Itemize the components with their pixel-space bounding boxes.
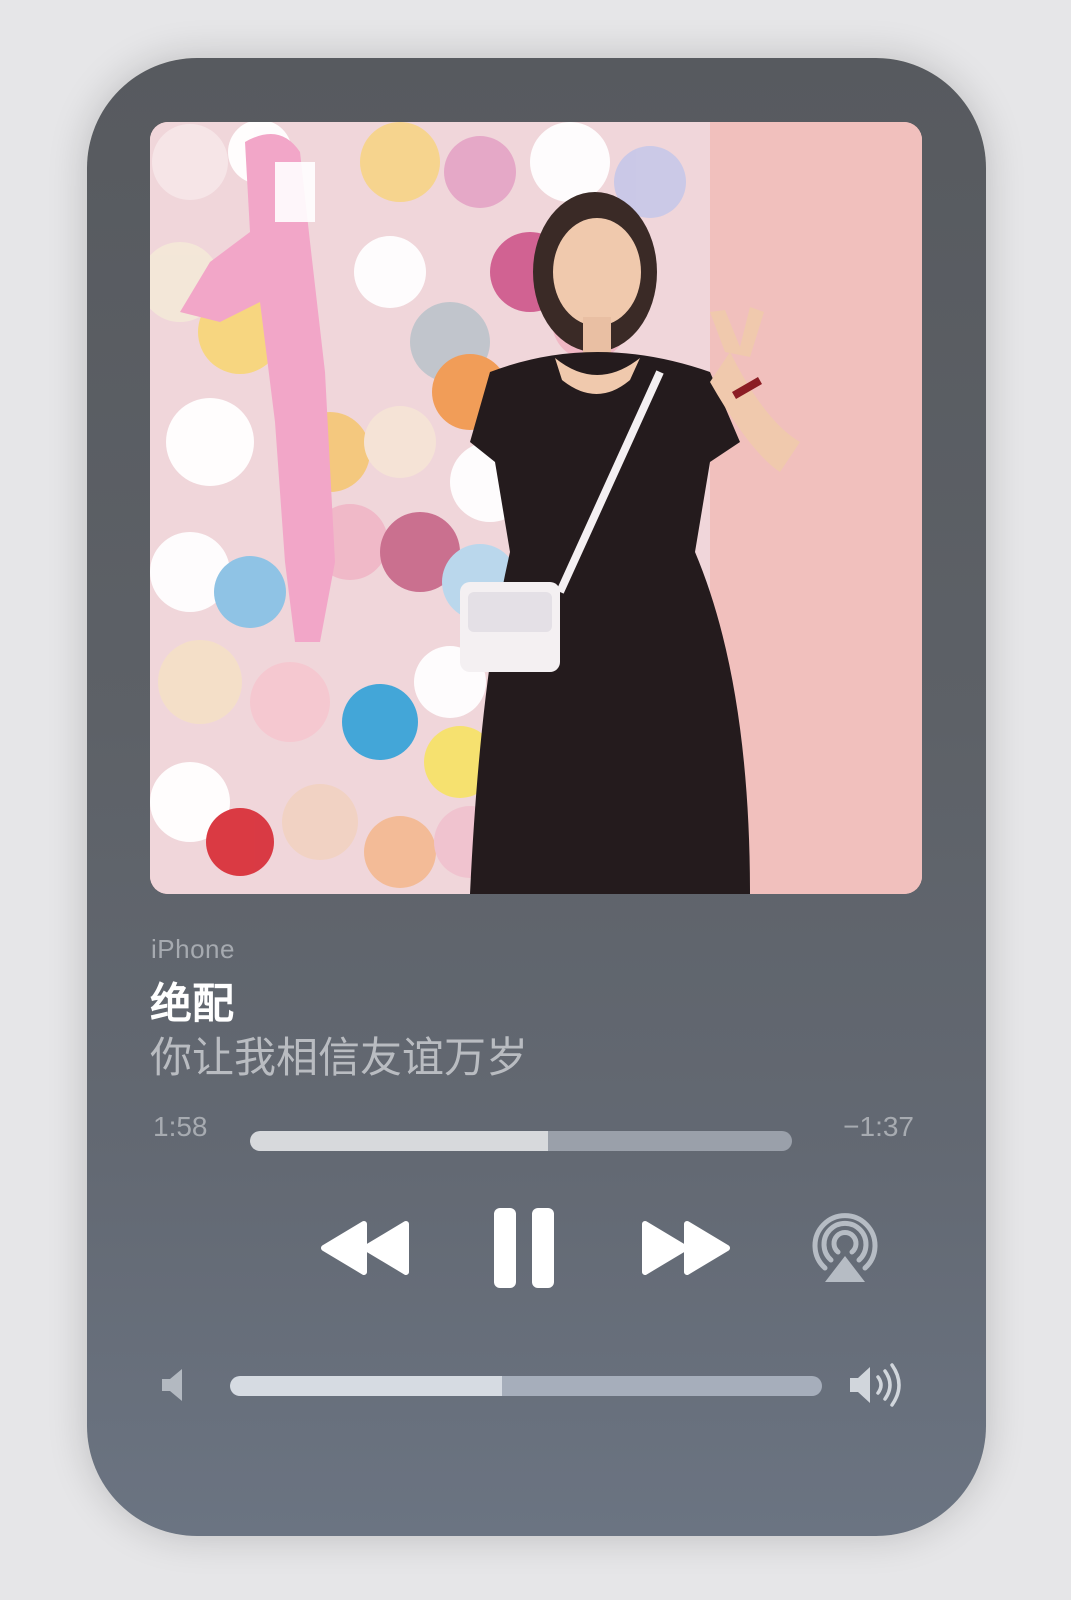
now-playing-widget: iPhone 绝配 你让我相信友谊万岁 1:58 −1:37 bbox=[87, 58, 986, 1536]
remaining-time: −1:37 bbox=[843, 1111, 914, 1142]
rewind-icon bbox=[321, 1221, 409, 1275]
track-subtitle: 你让我相信友谊万岁 bbox=[150, 1033, 529, 1082]
volume-level-fill bbox=[230, 1376, 503, 1396]
volume-min-button[interactable] bbox=[160, 1367, 190, 1408]
output-source-label: iPhone bbox=[151, 934, 235, 964]
track-title: 绝配 bbox=[150, 979, 235, 1028]
fast-forward-icon bbox=[642, 1221, 730, 1275]
volume-slider[interactable] bbox=[230, 1376, 822, 1396]
playback-progress-fill bbox=[250, 1131, 549, 1151]
fast-forward-button[interactable] bbox=[641, 1220, 731, 1281]
artwork-photo bbox=[150, 122, 922, 894]
playback-scrubber[interactable] bbox=[250, 1131, 792, 1151]
airplay-button[interactable] bbox=[807, 1210, 883, 1291]
pause-icon bbox=[494, 1208, 554, 1288]
pause-button[interactable] bbox=[492, 1206, 556, 1295]
speaker-low-icon bbox=[162, 1369, 182, 1401]
speaker-high-icon bbox=[850, 1363, 901, 1407]
rewind-button[interactable] bbox=[320, 1220, 410, 1281]
volume-max-button[interactable] bbox=[848, 1363, 904, 1412]
elapsed-time: 1:58 bbox=[153, 1111, 208, 1142]
airplay-icon bbox=[812, 1213, 878, 1282]
album-artwork[interactable] bbox=[150, 122, 922, 894]
